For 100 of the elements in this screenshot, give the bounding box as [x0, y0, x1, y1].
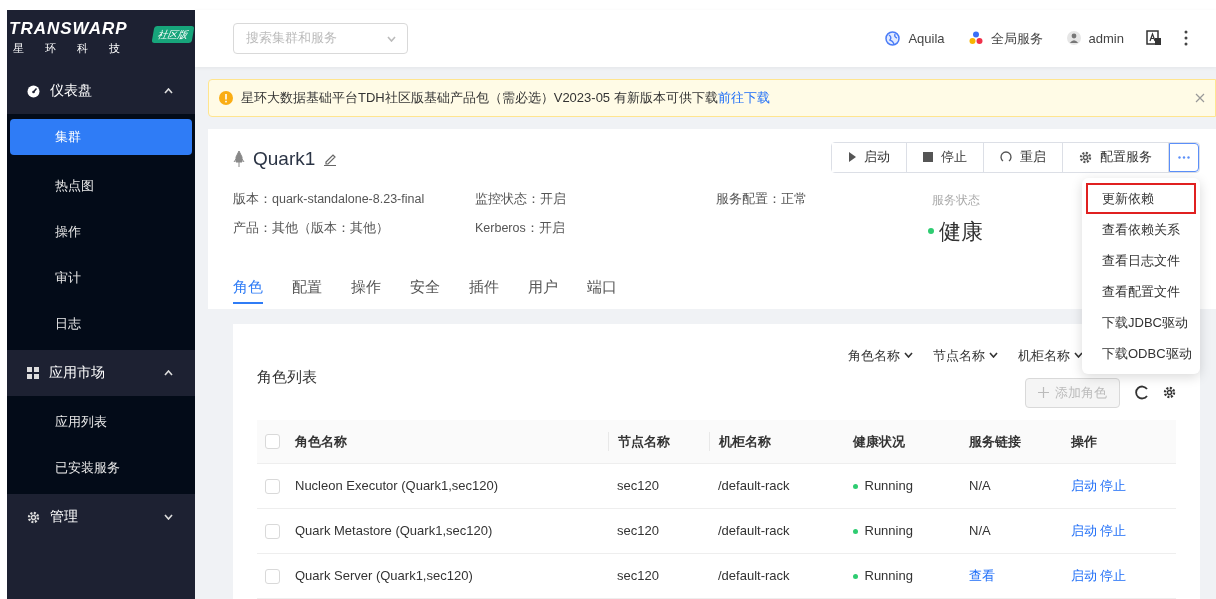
- status-dot-icon: [928, 228, 934, 234]
- translate-icon[interactable]: [1146, 30, 1162, 47]
- action-link[interactable]: 启动: [1071, 566, 1097, 586]
- plus-icon: [1038, 387, 1049, 398]
- restart-icon: [1000, 151, 1012, 163]
- menu-item[interactable]: 查看日志文件: [1086, 245, 1196, 276]
- table-cell-text: Quark Server (Quark1,sec120): [295, 567, 474, 586]
- table-cell-text: sec120: [617, 522, 660, 541]
- ellipsis-icon: [1178, 155, 1190, 159]
- action-button[interactable]: 启动: [832, 142, 907, 172]
- sidebar-section-label: 仪表盘: [50, 81, 92, 100]
- menu-item[interactable]: 查看依赖关系: [1086, 214, 1196, 245]
- table-cell-text: /default-rack: [718, 567, 791, 586]
- service-name: Quark1: [253, 146, 316, 171]
- info-text: 服务配置：正常: [716, 191, 808, 208]
- tab[interactable]: 端口: [587, 275, 617, 304]
- settings-icon: [1079, 150, 1092, 164]
- sidebar-item[interactable]: 审计: [10, 255, 192, 301]
- header-link[interactable]: 全局服务: [990, 28, 1043, 48]
- logo-subtitle: 星 环 科 技: [12, 40, 131, 56]
- dots-icon: [968, 31, 983, 46]
- table-cell-text: Running: [864, 567, 913, 586]
- table-cell: N/A: [969, 478, 991, 494]
- filter-dropdown[interactable]: 机柜名称: [1018, 345, 1083, 365]
- menu-item[interactable]: 查看配置文件: [1086, 276, 1196, 307]
- menu-item[interactable]: 更新依赖: [1086, 183, 1196, 214]
- sidebar-section-label: 应用市场: [49, 363, 105, 382]
- sidebar-item[interactable]: 已安装服务: [10, 445, 192, 491]
- table-cell-text: sec120: [617, 567, 660, 586]
- column-header: 机柜名称: [709, 431, 853, 452]
- view-link[interactable]: 查看: [969, 568, 995, 584]
- table-cell: N/A: [969, 523, 991, 539]
- sidebar-item[interactable]: 应用列表: [10, 399, 192, 445]
- table-cell-text: Running: [864, 477, 913, 496]
- sidebar-item[interactable]: 日志: [10, 301, 192, 347]
- sidebar-section[interactable]: 仪表盘: [7, 68, 195, 114]
- column-header: 节点名称: [608, 431, 718, 452]
- search-field[interactable]: 搜索集群和服务: [233, 22, 408, 54]
- tab[interactable]: 操作: [351, 275, 381, 304]
- tab[interactable]: 用户: [528, 275, 558, 304]
- more-button[interactable]: [1169, 142, 1199, 172]
- chevron-icon: [1074, 352, 1083, 359]
- sidebar-section-label: 管理: [50, 507, 78, 526]
- info-text: 版本：quark-standalone-8.23-final: [233, 191, 426, 208]
- download-link[interactable]: 前往下载: [717, 89, 770, 105]
- sidebar-item[interactable]: 操作: [10, 209, 192, 255]
- edition-badge: 社区版: [151, 26, 195, 43]
- table-cell-text: /default-rack: [718, 522, 791, 541]
- sidebar-item[interactable]: 集群: [10, 119, 192, 155]
- settings-icon: [27, 510, 40, 524]
- filter-dropdown[interactable]: 角色名称: [848, 345, 913, 365]
- menu-item[interactable]: 下载ODBC驱动: [1086, 338, 1196, 369]
- column-header: 角色名称: [295, 432, 348, 451]
- stop-icon: [923, 152, 933, 162]
- settings-icon: [1163, 386, 1176, 399]
- table-cell-text: Quark Metastore (Quark1,sec120): [295, 522, 494, 541]
- refresh-icon[interactable]: [1134, 385, 1149, 400]
- globe-icon: [885, 30, 901, 46]
- play-icon: [848, 152, 856, 162]
- header-link[interactable]: admin: [1088, 28, 1124, 48]
- chevron-icon: [989, 352, 998, 359]
- row-checkbox[interactable]: [265, 478, 280, 494]
- status-value: 健康: [939, 217, 983, 246]
- column-header: 健康状况: [853, 432, 906, 451]
- column-header: 操作: [1071, 432, 1098, 451]
- dropdown-chevron-icon: [387, 35, 396, 42]
- info-text: Kerberos：开启: [475, 219, 566, 237]
- action-link[interactable]: 停止: [1100, 566, 1127, 586]
- grid-icon: [27, 367, 39, 379]
- sidebar-item[interactable]: 热点图: [10, 163, 192, 209]
- more-menu-icon[interactable]: [1184, 30, 1188, 47]
- filter-dropdown[interactable]: 节点名称: [933, 345, 998, 365]
- chevron-icon: [904, 352, 913, 359]
- section-title: 角色列表: [257, 366, 318, 387]
- tab[interactable]: 角色: [233, 275, 263, 304]
- table-cell-text: Nucleon Executor (Quark1,sec120): [295, 477, 500, 496]
- close-icon[interactable]: [1195, 92, 1205, 103]
- row-checkbox[interactable]: [265, 523, 280, 539]
- sidebar-section[interactable]: 管理: [7, 494, 195, 540]
- tab[interactable]: 安全: [410, 275, 440, 304]
- table-cell-text: Running: [864, 522, 913, 541]
- tab[interactable]: 插件: [469, 275, 499, 304]
- row-checkbox[interactable]: [265, 568, 280, 584]
- action-link[interactable]: 停止: [1100, 476, 1127, 496]
- menu-item[interactable]: 下载JDBC驱动: [1086, 307, 1196, 338]
- select-all-checkbox[interactable]: [265, 434, 280, 449]
- sidebar-section[interactable]: 应用市场: [7, 350, 195, 396]
- status-dot-icon: [853, 528, 858, 534]
- gauge-icon: [27, 84, 40, 98]
- info-text: 产品：其他（版本：其他）: [233, 219, 390, 237]
- user-icon: [1066, 31, 1081, 46]
- table-cell-text: sec120: [617, 477, 660, 496]
- header-link[interactable]: Aquila: [908, 28, 945, 48]
- action-link[interactable]: 停止: [1100, 521, 1127, 541]
- info-text: 监控状态：开启: [475, 191, 567, 208]
- tab[interactable]: 配置: [292, 275, 322, 304]
- logo-wordmark: TRANSWARP: [9, 20, 128, 38]
- action-link[interactable]: 启动: [1071, 476, 1097, 496]
- action-link[interactable]: 启动: [1071, 521, 1097, 541]
- column-header: 服务链接: [969, 432, 1022, 451]
